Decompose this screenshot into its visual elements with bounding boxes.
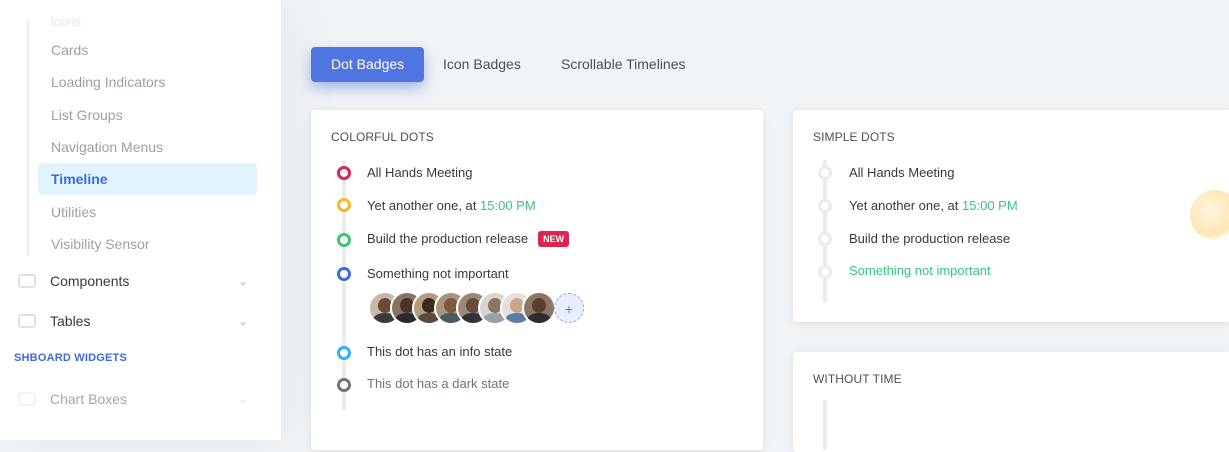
timeline-dot (818, 232, 832, 246)
simple-dots-card: SIMPLE DOTS All Hands Meeting Yet anothe… (793, 110, 1229, 322)
timeline-item-text: Build the production release (849, 231, 1011, 246)
timeline-dot (818, 265, 832, 279)
timeline-dot-warning (337, 198, 351, 212)
chevron-down-icon: ⌄ (237, 274, 248, 288)
timeline-item-text: Something not important (367, 266, 509, 281)
timeline-dot-dark (337, 378, 351, 392)
add-avatar-button[interactable]: + (554, 293, 584, 323)
tab-dot-badges[interactable]: Dot Badges (311, 47, 425, 82)
card-title: SIMPLE DOTS (813, 130, 895, 144)
sidebar-group-components[interactable]: Components ⌄ (18, 265, 258, 297)
sidebar-item-visibility-sensor[interactable]: Visibility Sensor (38, 228, 257, 260)
avatar[interactable] (522, 291, 556, 325)
sidebar-item-list-groups[interactable]: List Groups (38, 99, 257, 131)
card-title: WITHOUT TIME (813, 372, 902, 386)
timeline-dot (818, 166, 832, 180)
chart-boxes-icon (18, 392, 36, 406)
sidebar-group-label: Components (50, 273, 130, 289)
sidebar-item-loading-indicators[interactable]: Loading Indicators (38, 66, 257, 98)
timeline-line (823, 400, 827, 450)
sidebar-item-utilities[interactable]: Utilities (38, 196, 257, 228)
timeline-item-text: This dot has a dark state (367, 376, 510, 391)
tables-icon (18, 314, 36, 328)
timeline-item-text: Yet another one, at (849, 198, 963, 213)
timeline-dot (818, 199, 832, 213)
timeline-dot-danger (337, 166, 351, 180)
without-time-card: WITHOUT TIME (793, 352, 1229, 452)
timeline-item: Yet another one, at 15:00 PM (367, 198, 536, 213)
timeline-item-text: All Hands Meeting (367, 165, 473, 180)
timeline-time: 15:00 PM (480, 198, 536, 213)
timeline-item: Yet another one, at 15:00 PM (849, 198, 1018, 213)
sidebar-item-cards[interactable]: Cards (38, 34, 257, 66)
timeline-item-text: This dot has an info state (367, 344, 513, 359)
sidebar-group-label: Tables (50, 313, 91, 329)
tab-icon-badges[interactable]: Icon Badges (423, 47, 541, 82)
timeline-item-text: All Hands Meeting (849, 165, 955, 180)
sidebar-group-chart-boxes[interactable]: Chart Boxes ⌄ (18, 383, 258, 415)
chevron-down-icon: ⌄ (237, 392, 248, 406)
colorful-dots-card: COLORFUL DOTS All Hands Meeting Yet anot… (311, 110, 763, 450)
sidebar-partial-item: Icons (50, 14, 82, 29)
sidebar-group-label: Chart Boxes (50, 391, 128, 407)
timeline-dot-primary (337, 267, 351, 281)
timeline-time: 15:00 PM (962, 198, 1018, 213)
timeline-line (823, 160, 827, 302)
timeline-item-text: Something not important (849, 263, 991, 278)
timeline-dot-info (337, 346, 351, 360)
components-icon (18, 274, 36, 288)
sidebar-group-tables[interactable]: Tables ⌄ (18, 305, 258, 337)
sidebar-item-navigation-menus[interactable]: Navigation Menus (38, 131, 257, 163)
sidebar-tree-line (27, 20, 29, 255)
sidebar-section-heading: SHBOARD WIDGETS (14, 352, 127, 364)
card-title: COLORFUL DOTS (331, 130, 434, 144)
timeline-item: Build the production release NEW (367, 230, 570, 248)
new-badge: NEW (538, 230, 570, 247)
sidebar: Icons Cards Loading Indicators List Grou… (0, 0, 281, 440)
sidebar-item-timeline[interactable]: Timeline (38, 163, 257, 195)
timeline-dot-success (337, 233, 351, 247)
timeline-item-text: Build the production release (367, 231, 529, 246)
chevron-down-icon: ⌄ (237, 314, 248, 328)
timeline-item-text: Yet another one, at (367, 198, 481, 213)
tab-scrollable-timelines[interactable]: Scrollable Timelines (541, 47, 706, 82)
